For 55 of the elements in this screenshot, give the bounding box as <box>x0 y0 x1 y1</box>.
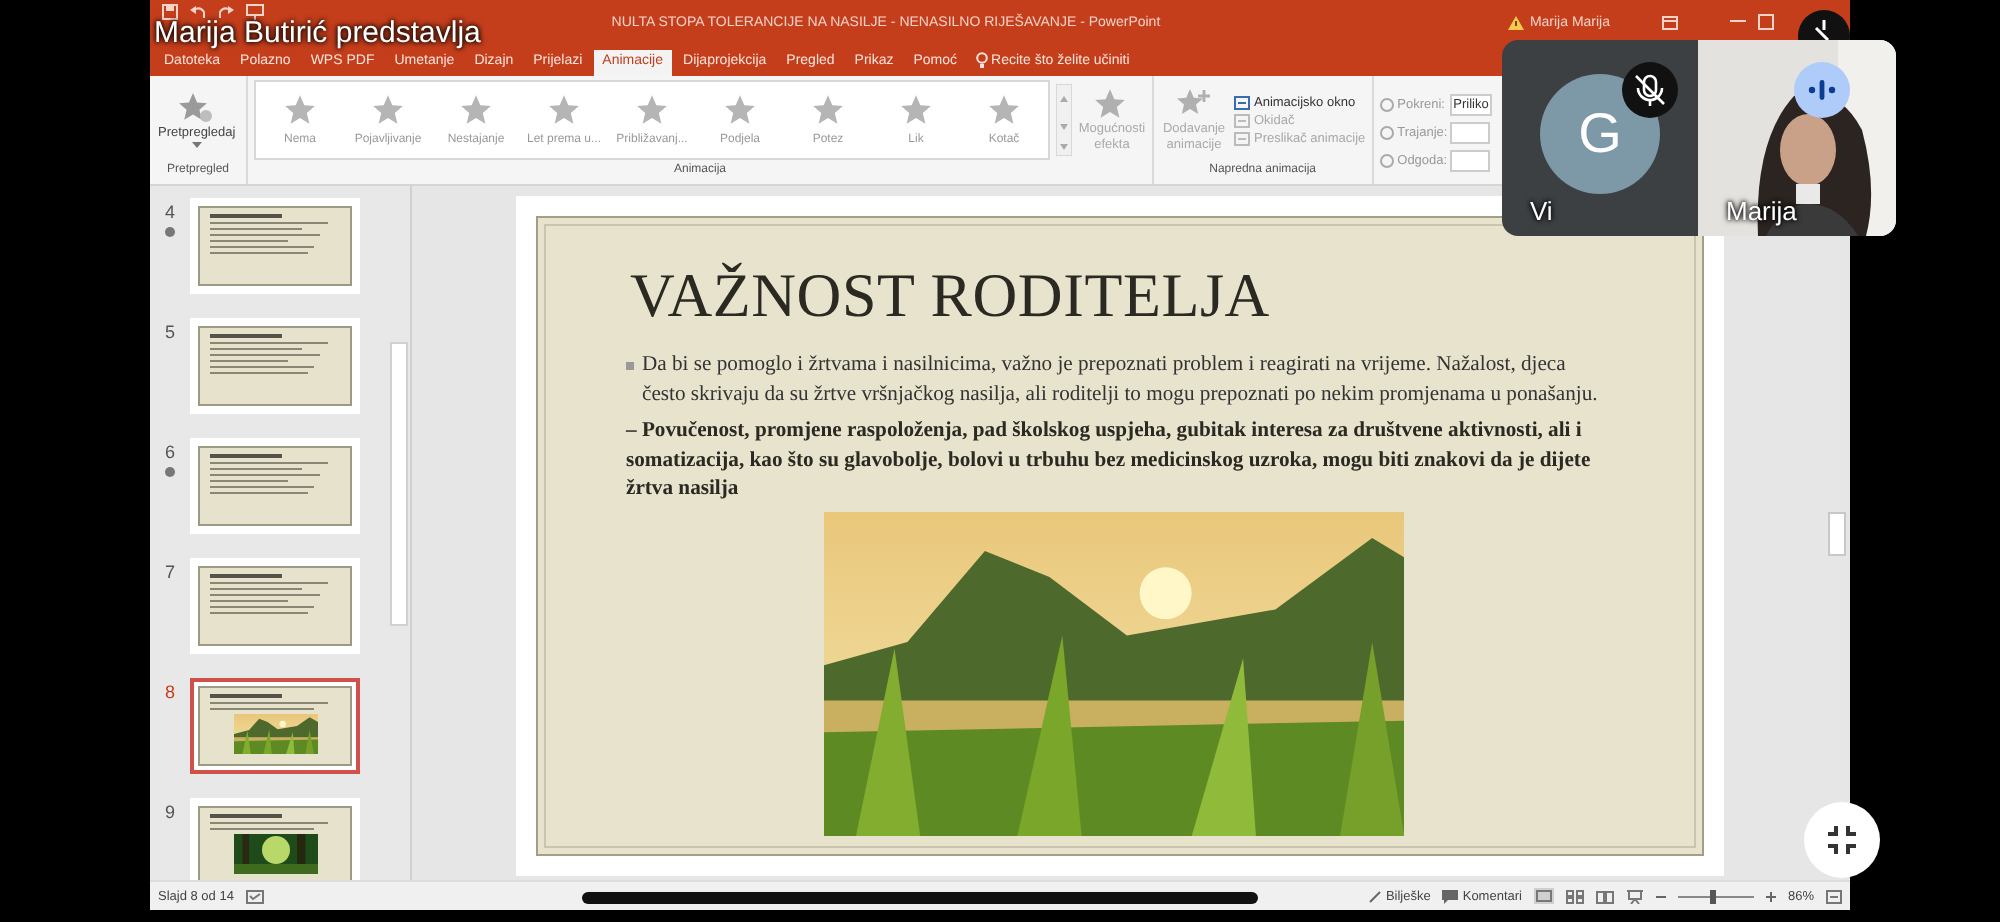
scrollbar-thumb[interactable] <box>1828 512 1846 556</box>
pane-icon <box>1234 113 1250 127</box>
accessibility-icon[interactable] <box>245 889 264 903</box>
maximize-icon[interactable] <box>1758 14 1774 30</box>
exit-fullscreen-icon <box>1826 824 1858 856</box>
undo-icon[interactable] <box>190 4 206 20</box>
slide-number: 4 <box>164 202 175 222</box>
slide-paragraph: – Povučenost, promjene raspoloženja, pad školskog uspjeha, gubitak interesa za društvene aktivnosti, ali i somatizacija, kao što su glavobolje, bolovi u trbuhu bez medicinskog uzroka, mogu biti znakovi da je dijete žrtva nasilja <box>626 418 1593 504</box>
minimize-icon[interactable] <box>1730 20 1746 24</box>
zoom-in-icon[interactable] <box>1765 891 1776 901</box>
star-icon <box>812 94 844 126</box>
fit-to-window-icon[interactable] <box>1826 889 1842 903</box>
normal-view-icon[interactable] <box>1533 888 1554 904</box>
exit-fullscreen-button[interactable] <box>1804 802 1880 878</box>
bullet-text: Da bi se pomoglo i žrtvama i nasilnicima, važno je prepoznati problem i reagirati na vrijeme. Nažalost, djeca često skrivaju da su žrtve vršnjačkog nasilja, ali roditelji to mogu prepoznati po nekim promjenama u ponašanju. <box>642 352 1600 409</box>
slide-thumbnail[interactable] <box>190 678 360 774</box>
slide-sorter-icon[interactable] <box>1565 889 1584 903</box>
star-icon <box>372 94 404 126</box>
slide-number: 9 <box>164 802 175 822</box>
star-icon <box>900 94 932 126</box>
save-icon[interactable] <box>162 4 178 20</box>
star-icon <box>460 94 492 126</box>
timing-field[interactable] <box>1449 149 1490 171</box>
scrollbar-thumb[interactable] <box>390 342 408 626</box>
slide-number: 5 <box>164 322 175 342</box>
avatar: G <box>1540 74 1660 194</box>
star-icon <box>636 94 668 126</box>
slideshow-icon[interactable] <box>246 4 264 20</box>
slide-number: 6 <box>164 442 175 462</box>
slide-title: VAŽNOST RODITELJA <box>630 260 1272 332</box>
redo-icon[interactable] <box>218 4 234 20</box>
reading-view-icon[interactable] <box>1595 889 1614 903</box>
participant-name: Vi <box>1530 196 1553 226</box>
slide-number: 8 <box>164 682 175 702</box>
slideshow-icon[interactable] <box>1625 889 1644 903</box>
caret-icon <box>191 142 202 149</box>
ribbon-display-icon[interactable] <box>1662 15 1678 29</box>
mic-off-icon[interactable] <box>1798 10 1850 40</box>
star-icon <box>284 94 316 126</box>
gallery-scroll-icon[interactable] <box>1056 84 1072 156</box>
star-icon <box>548 94 580 126</box>
pane-icon <box>1234 131 1250 145</box>
zoom-slider-thumb[interactable] <box>1710 889 1717 903</box>
warning-icon <box>1507 15 1524 29</box>
comment-icon <box>1442 889 1459 903</box>
pen-icon <box>1367 889 1382 903</box>
star-icon <box>988 94 1020 126</box>
lightbulb-icon <box>975 52 988 68</box>
timing-field[interactable] <box>1449 121 1490 143</box>
star-icon <box>1094 88 1130 121</box>
presenter-label: Marija Butirić predstavlja <box>154 18 481 50</box>
pane-icon <box>1234 95 1250 109</box>
star-icon <box>178 91 215 124</box>
slide-number: 7 <box>164 562 175 582</box>
star-icon <box>724 94 756 126</box>
